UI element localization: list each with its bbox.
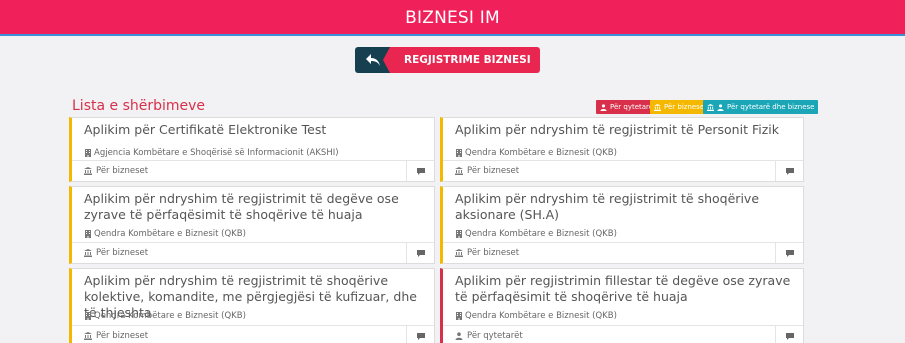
page-title: BIZNESI IM — [405, 8, 500, 28]
comment-button[interactable] — [406, 243, 434, 263]
top-header-bar: BIZNESI IM — [0, 0, 905, 36]
building-icon — [456, 230, 462, 238]
comment-button[interactable] — [775, 326, 803, 343]
comment-button[interactable] — [406, 161, 434, 181]
service-organization: Qendra Kombëtare e Biznesit (QKB) — [455, 311, 617, 321]
legend-citizens-label: Për qytetarë — [610, 103, 654, 111]
bank-icon — [84, 167, 92, 175]
legend-both-label: Për qytetarë dhe biznese — [727, 103, 815, 111]
service-organization: Qendra Kombëtare e Biznesit (QKB) — [455, 148, 617, 158]
comment-icon — [785, 249, 794, 257]
comment-button[interactable] — [775, 243, 803, 263]
service-card[interactable]: Aplikim për ndryshim të regjistrimit të … — [440, 117, 804, 182]
service-audience: Për bizneset — [84, 331, 148, 341]
legend-businesses-label: Për biznese — [664, 103, 705, 111]
bank-icon — [455, 167, 463, 175]
service-organization-name: Qendra Kombëtare e Biznesit (QKB) — [94, 229, 246, 239]
service-audience: Për bizneset — [455, 166, 519, 176]
service-organization-name: Qendra Kombëtare e Biznesit (QKB) — [465, 229, 617, 239]
service-audience-label: Për bizneset — [467, 166, 520, 176]
service-audience: Për bizneset — [455, 248, 519, 258]
service-title[interactable]: Aplikim për Certifikatë Elektronike Test — [84, 122, 424, 138]
bank-icon — [455, 249, 463, 257]
service-title[interactable]: Aplikim për ndryshim të regjistrimit të … — [455, 191, 793, 223]
service-organization: Qendra Kombëtare e Biznesit (QKB) — [84, 229, 246, 239]
legend-businesses: Për biznese — [650, 100, 709, 114]
service-card[interactable]: Aplikim për ndryshim të regjistrimit të … — [69, 268, 435, 343]
service-organization-name: Qendra Kombëtare e Biznesit (QKB) — [465, 311, 617, 321]
building-icon — [85, 149, 91, 157]
service-card[interactable]: Aplikim për ndryshim të regjistrimit të … — [69, 186, 435, 264]
back-arrow-icon — [365, 54, 380, 66]
service-organization-name: Qendra Kombëtare e Biznesit (QKB) — [94, 311, 246, 321]
service-card[interactable]: Aplikim për ndryshim të regjistrimit të … — [440, 186, 804, 264]
service-organization: Qendra Kombëtare e Biznesit (QKB) — [84, 311, 246, 321]
service-audience: Për bizneset — [84, 166, 148, 176]
comment-icon — [785, 167, 794, 175]
service-title[interactable]: Aplikim për ndryshim të regjistrimit të … — [84, 191, 424, 223]
user-icon — [600, 103, 607, 111]
service-audience: Për bizneset — [84, 248, 148, 258]
building-icon — [85, 312, 91, 320]
service-organization-name: Agjencia Kombëtare e Shoqërisë së Inform… — [94, 148, 339, 158]
service-card[interactable]: Aplikim për Certifikatë Elektronike Test… — [69, 117, 435, 182]
service-card-footer: Për bizneset — [72, 325, 434, 343]
service-title[interactable]: Aplikim për ndryshim të regjistrimit të … — [455, 122, 793, 138]
service-card-footer: Për qytetarët — [443, 325, 803, 343]
service-audience: Për qytetarët — [455, 331, 523, 341]
comment-button[interactable] — [406, 326, 434, 343]
bank-icon — [84, 249, 92, 257]
service-card-footer: Për bizneset — [443, 242, 803, 263]
comment-icon — [416, 167, 425, 175]
bank-icon — [654, 103, 661, 111]
building-icon — [456, 312, 462, 320]
register-business-button[interactable]: REGJISTRIME BIZNESI — [383, 47, 540, 73]
service-card-footer: Për bizneset — [72, 160, 434, 181]
legend-citizens: Për qytetarë — [596, 100, 658, 114]
service-audience-label: Për bizneset — [96, 331, 149, 341]
services-list-title: Lista e shërbimeve — [72, 98, 206, 114]
comment-icon — [785, 332, 794, 340]
building-icon — [456, 149, 462, 157]
comment-icon — [416, 249, 425, 257]
register-business-button-group: REGJISTRIME BIZNESI — [355, 47, 540, 73]
comment-icon — [416, 332, 425, 340]
user-icon — [455, 332, 463, 340]
bank-icon — [84, 332, 92, 340]
service-audience-label: Për bizneset — [96, 166, 149, 176]
legend-citizens-and-businesses: Për qytetarë dhe biznese — [703, 100, 819, 114]
service-card[interactable]: Aplikim për regjistrimin fillestar të de… — [440, 268, 804, 343]
bank-icon — [707, 103, 714, 111]
service-audience-label: Për bizneset — [467, 248, 520, 258]
service-organization-name: Qendra Kombëtare e Biznesit (QKB) — [465, 148, 617, 158]
service-organization: Agjencia Kombëtare e Shoqërisë së Inform… — [84, 148, 339, 158]
comment-button[interactable] — [775, 161, 803, 181]
service-organization: Qendra Kombëtare e Biznesit (QKB) — [455, 229, 617, 239]
service-card-footer: Për bizneset — [72, 242, 434, 263]
service-title[interactable]: Aplikim për regjistrimin fillestar të de… — [455, 273, 793, 305]
service-audience-label: Për qytetarët — [467, 331, 523, 341]
building-icon — [85, 230, 91, 238]
user-icon — [717, 103, 724, 111]
service-audience-label: Për bizneset — [96, 248, 149, 258]
service-card-footer: Për bizneset — [443, 160, 803, 181]
